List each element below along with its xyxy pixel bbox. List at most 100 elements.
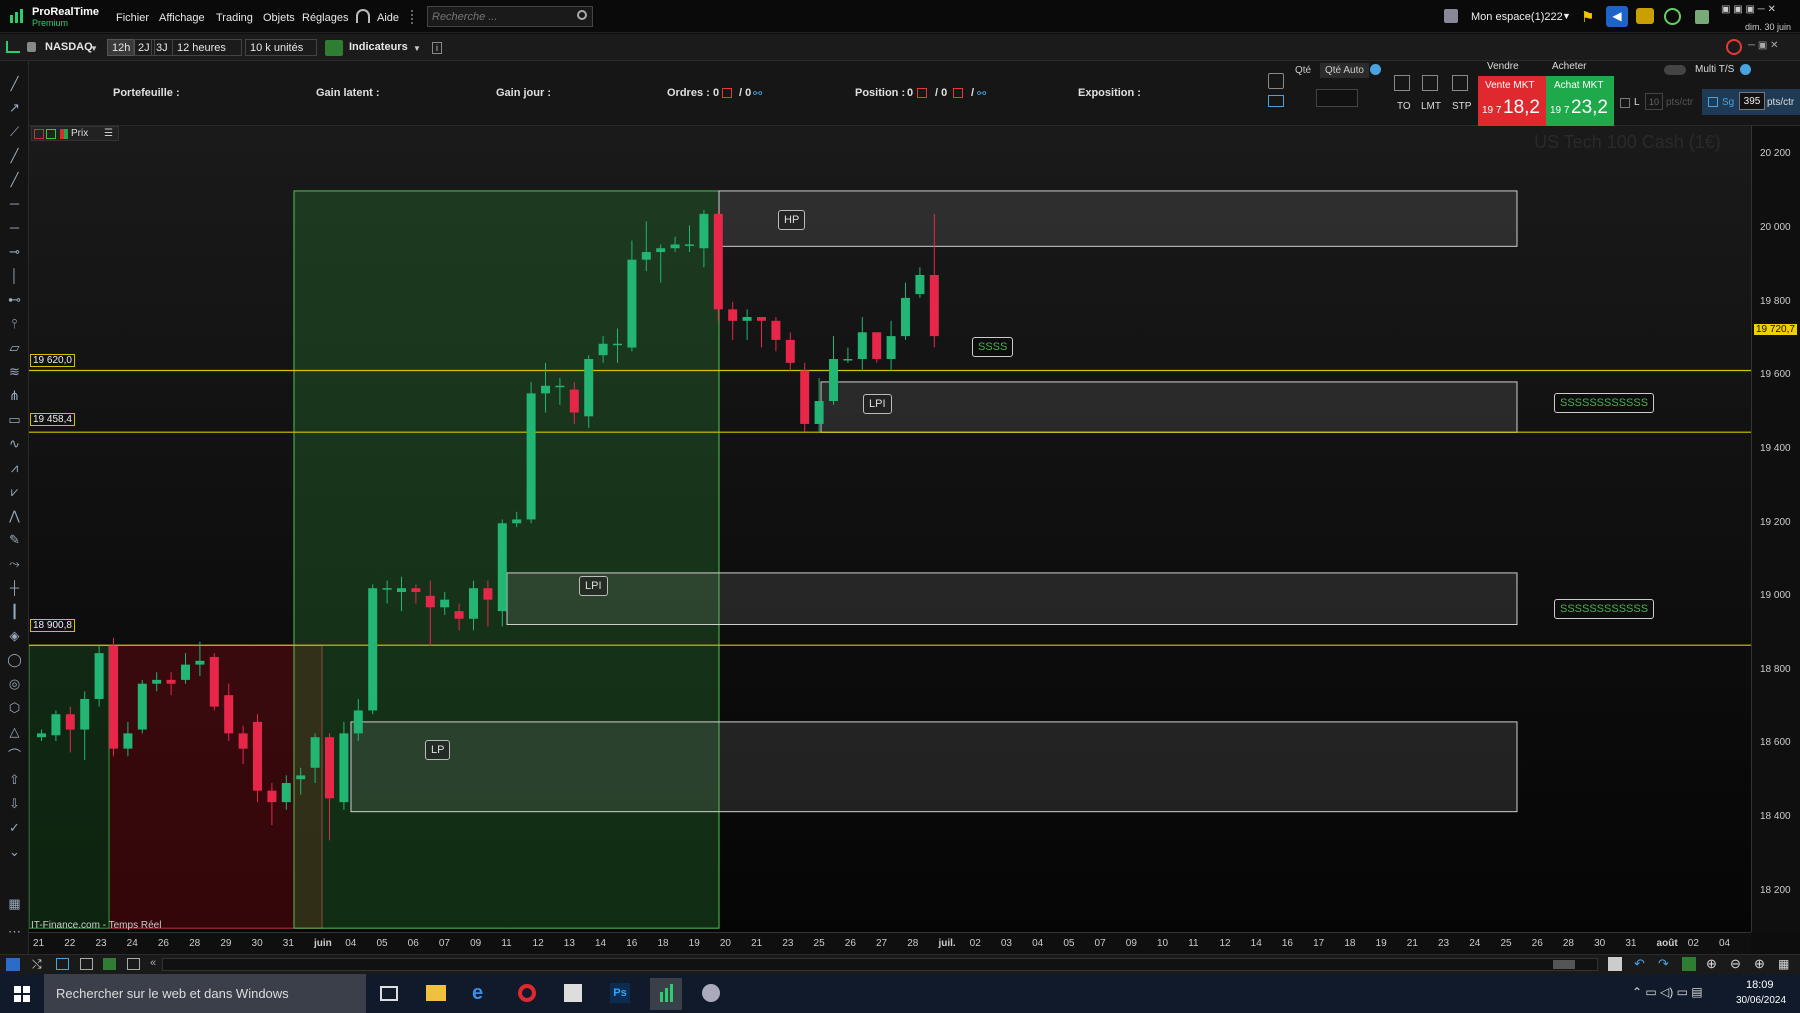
search-icon[interactable] (577, 10, 587, 20)
prorealtime-taskbar-icon[interactable] (650, 978, 682, 1010)
horizontal-scrollbar[interactable] (162, 958, 1598, 971)
windows-start-icon[interactable] (14, 986, 30, 1002)
store-icon[interactable] (564, 984, 582, 1002)
order-type-stp[interactable]: STP (1452, 101, 1471, 112)
zone-label-lp[interactable]: LP (425, 740, 451, 760)
arrow-down-icon[interactable]: ⇩ (6, 795, 23, 812)
period-3j-button[interactable]: 3J (151, 39, 173, 56)
menu-reglages[interactable]: Réglages (302, 12, 348, 24)
link-icon[interactable]: ⚯ (753, 87, 762, 100)
timeframe-selector[interactable]: 12 heures (172, 39, 242, 56)
indicator-icon[interactable] (1682, 957, 1696, 971)
zoom-fit-icon[interactable]: ⊕ (1706, 956, 1717, 972)
menu-aide[interactable]: Aide (377, 12, 399, 24)
toggle-switch[interactable] (1664, 65, 1686, 75)
scroll-left-icon[interactable]: « (150, 957, 156, 969)
scrollbar-thumb[interactable] (1553, 960, 1575, 969)
chart-type-icon[interactable] (6, 958, 20, 971)
wave-icon[interactable]: ∿ (6, 435, 23, 452)
more-icon[interactable]: ⋯ (6, 923, 23, 940)
market-selector[interactable]: NASDAQ (41, 39, 97, 56)
triangle-icon[interactable]: △ (6, 723, 23, 740)
price-axis[interactable]: 20 200 20 000 19 800 19 600 19 400 19 20… (1751, 126, 1800, 932)
sg-input[interactable]: 395 (1739, 92, 1765, 110)
photoshop-icon[interactable]: Ps (610, 983, 630, 1003)
refresh-icon[interactable] (1726, 39, 1742, 55)
channel-tool-icon[interactable]: ╱ (6, 171, 23, 188)
position-icon[interactable] (917, 88, 927, 98)
horizontal-line-icon[interactable]: ─ (6, 195, 23, 212)
pattern-icon[interactable]: ⩗ (6, 483, 23, 500)
window-controls[interactable]: ─ ▣ ✕ (1748, 40, 1778, 51)
qty-input[interactable] (1316, 89, 1358, 107)
price-range-icon[interactable]: ┃ (6, 603, 23, 620)
keyboard-icon[interactable] (1268, 95, 1284, 107)
ruler-icon[interactable]: ▱ (6, 339, 23, 356)
share-icon[interactable]: ⤭ (32, 957, 42, 972)
opera-icon[interactable] (518, 984, 536, 1002)
annotation-ssss[interactable]: SSSS (972, 337, 1014, 357)
order-type-stp-icon[interactable] (1452, 75, 1468, 91)
zigzag-icon[interactable]: ⩘ (6, 459, 23, 476)
segment-tool-icon[interactable]: ⟋ (6, 123, 23, 140)
pitchfork-icon[interactable]: ⋔ (6, 387, 23, 404)
horizontal-segment-icon[interactable]: ⊸ (6, 243, 23, 260)
task-view-icon[interactable] (380, 986, 398, 1001)
period-12h-button[interactable]: 12h (107, 39, 136, 56)
taskbar-search[interactable]: Rechercher sur le web et dans Windows (44, 974, 366, 1013)
chevron-down-icon[interactable]: ▼ (90, 44, 98, 53)
menu-fichier[interactable]: Fichier (116, 12, 149, 24)
copy-icon[interactable] (127, 958, 140, 970)
buy-market-button[interactable]: Achat MKT 19 7 23,2 (1546, 76, 1614, 126)
link-icon[interactable]: ⚯ (977, 87, 986, 100)
eraser-icon[interactable]: ◈ (6, 627, 23, 644)
qty-auto-toggle[interactable]: Qté Auto (1320, 63, 1369, 78)
undo-icon[interactable]: ↶ (1634, 956, 1645, 972)
trendline-tool-icon[interactable]: ╱ (6, 147, 23, 164)
vertical-segment-icon[interactable]: ⫯ (6, 315, 23, 332)
sync-icon[interactable] (1664, 8, 1681, 25)
line-tool-icon[interactable]: ╱ (6, 75, 23, 92)
flag-icon[interactable]: ⚑ (1581, 8, 1594, 26)
zone-label-lpi-lower[interactable]: LPI (579, 576, 608, 596)
crosshair-icon[interactable]: ┼ (6, 579, 23, 596)
window-icon[interactable] (56, 958, 69, 970)
lock-icon[interactable] (27, 42, 36, 52)
ellipse-icon[interactable]: ◯ (6, 651, 23, 668)
table-icon[interactable] (80, 958, 93, 970)
window-icons[interactable]: ▣ ▣ ▣ ─ ✕ (1721, 4, 1776, 15)
chevron-down-icon[interactable]: ▼ (413, 44, 421, 53)
arc-icon[interactable]: ⌒ (6, 747, 23, 764)
menu-trading[interactable]: Trading (216, 12, 253, 24)
annotation-ssss-long-1[interactable]: SSSSSSSSSSSS (1554, 393, 1655, 413)
freehand-icon[interactable]: ⤳ (6, 555, 23, 572)
horizontal-ray-icon[interactable]: ─ (6, 219, 23, 236)
sound-icon[interactable]: ◀ (1606, 6, 1628, 27)
workspace-selector[interactable]: Mon espace(1)222 (1471, 11, 1563, 23)
order-type-to[interactable]: TO (1397, 101, 1411, 112)
elliott-icon[interactable]: ⋀ (6, 507, 23, 524)
pts-input[interactable]: 10 (1645, 93, 1663, 110)
headset-icon[interactable] (356, 9, 370, 23)
time-axis[interactable]: 21 22 23 24 26 28 29 30 31 juin 04 05 06 07 09 11 12 13 14… (29, 932, 1751, 954)
indicators-icon[interactable] (325, 40, 343, 56)
redo-icon[interactable]: ↷ (1658, 956, 1669, 972)
box-icon[interactable]: ▭ (6, 411, 23, 428)
order-type-lmt-icon[interactable] (1422, 75, 1438, 91)
check-icon[interactable]: ✓ (6, 819, 23, 836)
alerts-icon[interactable] (1636, 8, 1654, 24)
vertical-line-icon[interactable]: │ (6, 267, 23, 284)
position-icon[interactable] (953, 88, 963, 98)
order-type-to-icon[interactable] (1394, 75, 1410, 91)
tray-icons[interactable]: ⌃ ▭ ◁) ▭ ▤ (1632, 985, 1703, 999)
zone-label-lpi-upper[interactable]: LPI (863, 394, 892, 414)
sell-market-button[interactable]: Vente MKT 19 7 18,2 (1478, 76, 1546, 126)
chevron-down-icon[interactable]: ▼ (1562, 11, 1571, 21)
price-chart[interactable]: US Tech 100 Cash (1€) Prix ☰ 19 620,0 19… (29, 126, 1751, 932)
shape-icon[interactable]: ⬡ (6, 699, 23, 716)
zone-label-hp[interactable]: HP (778, 210, 806, 230)
search-input[interactable] (427, 6, 593, 27)
l-checkbox[interactable] (1620, 98, 1630, 108)
expand-icon[interactable]: ⌄ (6, 843, 23, 860)
layout-icon[interactable] (103, 958, 116, 970)
